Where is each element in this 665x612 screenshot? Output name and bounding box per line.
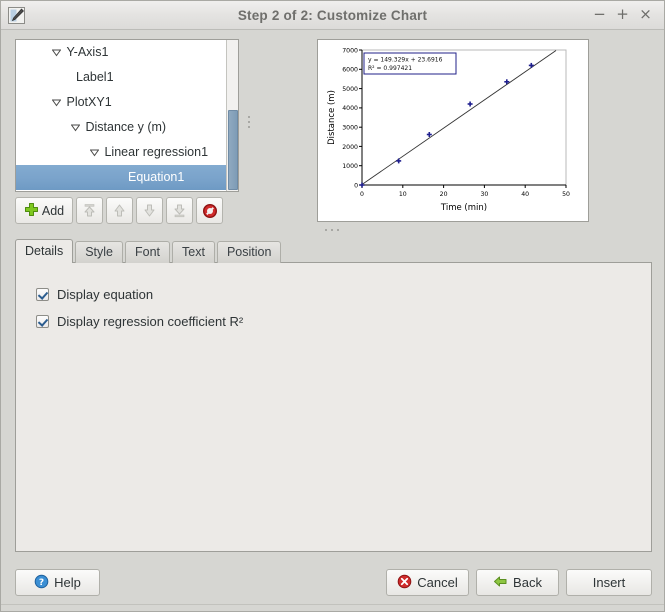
tree-item-label1[interactable]: Label1 (16, 65, 238, 90)
r-squared-text: R² = 0.997421 (368, 65, 412, 72)
tab-style[interactable]: Style (75, 241, 124, 263)
add-button-label: Add (41, 203, 65, 218)
tree-item-linear-regression1[interactable]: Linear regression1 (16, 140, 238, 165)
tree-item-label: PlotXY1 (66, 95, 112, 110)
insert-button-label: Insert (592, 575, 626, 590)
window-title: Step 2 of 2: Customize Chart (237, 8, 428, 23)
svg-text:0: 0 (360, 191, 364, 198)
tab-font[interactable]: Font (125, 241, 171, 263)
error-x-icon (397, 574, 412, 592)
svg-text:1000: 1000 (342, 163, 358, 170)
move-up-button[interactable] (106, 197, 133, 224)
maximize-button[interactable]: + (614, 6, 631, 23)
display-r2-label: Display regression coefficient R² (57, 314, 244, 329)
plus-icon (24, 202, 39, 220)
question-mark-icon: ? (34, 574, 49, 592)
svg-text:10: 10 (399, 191, 407, 198)
help-button-label: Help (54, 575, 81, 590)
display-r2-checkbox-row[interactable]: Display regression coefficient R² (36, 314, 243, 329)
property-tabs: Details Style Font Text Position (15, 239, 282, 263)
svg-text:3000: 3000 (342, 125, 358, 132)
back-button[interactable]: Back (476, 569, 559, 596)
chart-preview[interactable]: 7000 6000 5000 4000 3000 2000 1000 0 Dis… (317, 39, 589, 222)
customize-chart-dialog: Step 2 of 2: Customize Chart − + × Y-Axi… (0, 0, 665, 612)
tree-toolbar: Add (15, 197, 223, 224)
tree-item-label: Linear regression1 (104, 145, 209, 160)
tree-item-equation1[interactable]: Equation1 (16, 165, 238, 190)
add-button[interactable]: Add (15, 197, 73, 224)
display-equation-label: Display equation (57, 287, 154, 302)
svg-text:50: 50 (562, 191, 570, 198)
delete-forbidden-icon (202, 203, 217, 218)
tree-vertical-scrollbar[interactable] (226, 40, 238, 191)
svg-text:7000: 7000 (342, 47, 358, 54)
chart-y-axis-label: Distance (m) (327, 90, 337, 145)
display-r2-checkbox[interactable] (36, 315, 49, 328)
close-button[interactable]: × (637, 6, 654, 23)
move-to-bottom-button[interactable] (166, 197, 193, 224)
chart-preview-svg: 7000 6000 5000 4000 3000 2000 1000 0 Dis… (318, 40, 588, 221)
svg-text:5000: 5000 (342, 86, 358, 93)
tree-item-plotxy1[interactable]: PlotXY1 (16, 90, 238, 115)
expander-triangle-icon[interactable] (50, 90, 63, 115)
details-tab-panel: Display equation Display regression coef… (15, 262, 652, 552)
svg-text:40: 40 (521, 191, 529, 198)
scrollbar-thumb[interactable] (228, 110, 238, 190)
status-bar (1, 604, 664, 611)
arrow-up-icon (114, 204, 125, 217)
svg-text:20: 20 (440, 191, 448, 198)
equation-text: y = 149.329x + 23.6916 (368, 57, 443, 64)
svg-text:30: 30 (480, 191, 488, 198)
svg-text:?: ? (39, 578, 44, 588)
arrow-down-icon (144, 204, 155, 217)
title-bar: Step 2 of 2: Customize Chart − + × (1, 1, 664, 30)
expander-triangle-icon[interactable] (69, 115, 82, 140)
tree-item-label: Distance y (m) (85, 120, 167, 135)
insert-button[interactable]: Insert (566, 569, 652, 596)
display-equation-checkbox[interactable] (36, 288, 49, 301)
cancel-button[interactable]: Cancel (386, 569, 469, 596)
chart-element-tree[interactable]: Y-Axis1 Label1 PlotXY1 Distance y (m) Li… (15, 39, 239, 192)
help-button[interactable]: ? Help (15, 569, 100, 596)
tree-item-label: Y-Axis1 (66, 45, 109, 60)
display-equation-checkbox-row[interactable]: Display equation (36, 287, 153, 302)
svg-text:4000: 4000 (342, 105, 358, 112)
horizontal-splitter-handle[interactable] (319, 226, 345, 234)
tree-item-label: Label1 (76, 70, 114, 85)
tree-item-y-axis1[interactable]: Y-Axis1 (16, 40, 238, 65)
chart-x-axis-label: Time (min) (440, 203, 487, 213)
expander-triangle-icon[interactable] (50, 40, 63, 65)
cancel-button-label: Cancel (417, 575, 458, 590)
arrow-to-bottom-icon (174, 204, 185, 218)
tab-text[interactable]: Text (172, 241, 215, 263)
move-to-top-button[interactable] (76, 197, 103, 224)
minimize-button[interactable]: − (591, 6, 608, 23)
svg-text:6000: 6000 (342, 67, 358, 74)
tree-item-label: Equation1 (128, 170, 185, 185)
move-down-button[interactable] (136, 197, 163, 224)
tab-details[interactable]: Details (15, 239, 74, 263)
vertical-splitter-handle[interactable] (244, 111, 253, 133)
delete-button[interactable] (196, 197, 223, 224)
tab-position[interactable]: Position (216, 241, 282, 263)
back-button-label: Back (513, 575, 542, 590)
arrow-left-icon (493, 574, 508, 592)
svg-text:0: 0 (354, 182, 358, 189)
arrow-to-top-icon (84, 204, 95, 217)
svg-text:2000: 2000 (342, 144, 358, 151)
tree-item-distance-y[interactable]: Distance y (m) (16, 115, 238, 140)
expander-triangle-icon[interactable] (88, 140, 101, 165)
